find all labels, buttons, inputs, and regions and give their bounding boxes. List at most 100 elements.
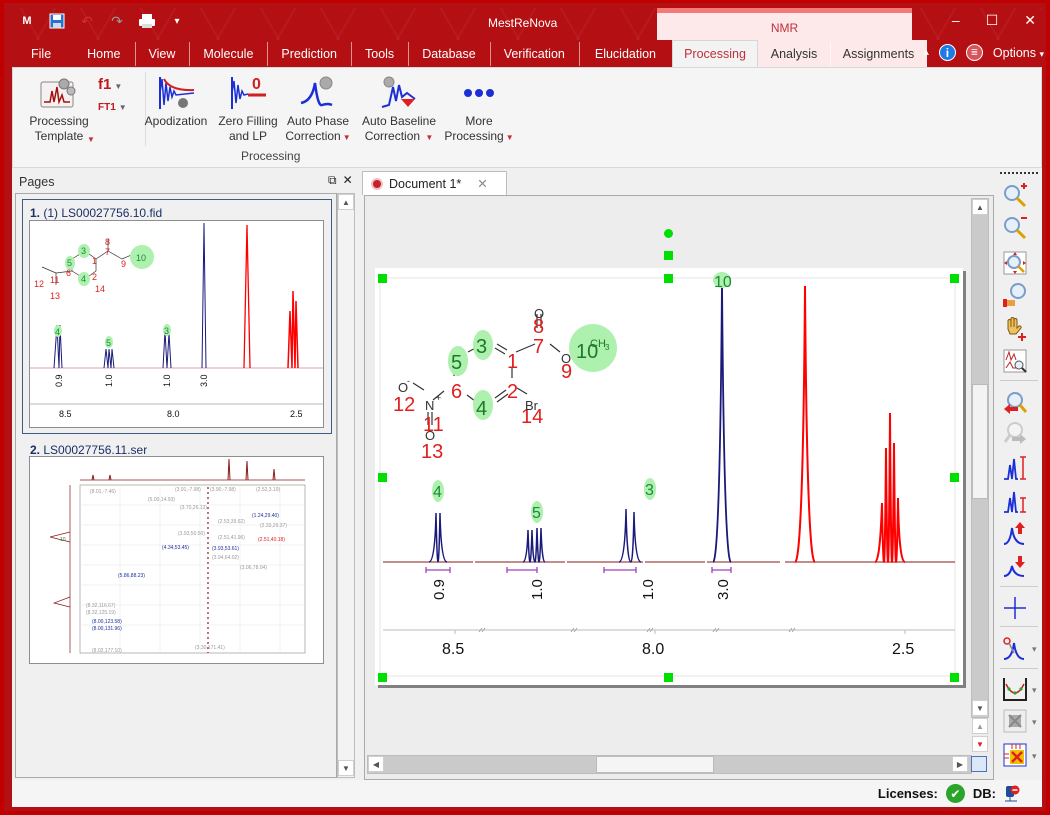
print-icon[interactable] bbox=[138, 12, 156, 30]
db-disconnected-icon[interactable] bbox=[1004, 785, 1020, 803]
float-panel-icon[interactable]: ⧉ bbox=[328, 173, 337, 188]
document-tab[interactable]: Document 1* ✕ bbox=[362, 171, 507, 195]
doc-scroll-down-icon[interactable]: ▼ bbox=[972, 700, 988, 716]
svg-text:(3.93,50.50): (3.93,50.50) bbox=[178, 531, 205, 537]
resize-handle-top-right[interactable] bbox=[950, 274, 959, 283]
mnova-logo-icon[interactable]: M bbox=[18, 12, 36, 30]
vertical-scroll-thumb[interactable] bbox=[972, 384, 988, 499]
auto-baseline-icon bbox=[377, 72, 421, 114]
tab-verification[interactable]: Verification bbox=[489, 40, 579, 67]
svg-text:10: 10 bbox=[136, 253, 146, 263]
tab-molecule[interactable]: Molecule bbox=[189, 40, 267, 67]
resize-handle-top-left[interactable] bbox=[378, 274, 387, 283]
resize-handle-bottom-left[interactable] bbox=[378, 673, 387, 682]
tab-assignments[interactable]: Assignments bbox=[830, 40, 928, 67]
resize-handle-right[interactable] bbox=[950, 473, 959, 482]
previous-page-icon[interactable]: ▲ bbox=[972, 718, 988, 734]
pages-scroll-up-icon[interactable]: ▲ bbox=[338, 194, 354, 210]
licenses-ok-icon[interactable]: ✔ bbox=[945, 784, 965, 803]
dropdown-arrow-icon[interactable]: ▾ bbox=[1032, 717, 1037, 728]
tab-prediction[interactable]: Prediction bbox=[267, 40, 351, 67]
ft1-button[interactable]: FT1 ▼ bbox=[98, 102, 127, 113]
next-zoom-button[interactable] bbox=[1002, 420, 1036, 448]
dropdown-arrow-icon[interactable]: ▾ bbox=[1032, 644, 1037, 655]
more-processing-button[interactable]: More Processing ▼ bbox=[444, 72, 514, 145]
resize-handle-top-outer[interactable] bbox=[664, 251, 673, 260]
dropdown-arrow-icon[interactable]: ▾ bbox=[1032, 751, 1037, 762]
crosshair-button[interactable] bbox=[1002, 595, 1036, 623]
tab-file[interactable]: File bbox=[8, 40, 73, 67]
processing-template-dropdown-icon[interactable]: ▼ bbox=[87, 135, 95, 144]
previous-zoom-button[interactable] bbox=[1002, 390, 1036, 418]
horizontal-scroll-thumb[interactable] bbox=[596, 756, 714, 773]
2d-view-button[interactable]: ▾ bbox=[1002, 708, 1037, 736]
peak-h3 bbox=[618, 508, 642, 563]
baseline-icon bbox=[1002, 676, 1028, 705]
options-menu[interactable]: Options ▾ bbox=[993, 46, 1044, 60]
full-view-button[interactable] bbox=[1002, 250, 1036, 278]
raise-spectrum-button[interactable] bbox=[1002, 520, 1036, 548]
cut-icon bbox=[1002, 635, 1028, 664]
collapse-ribbon-icon[interactable]: ▴ bbox=[924, 47, 929, 58]
lower-spectrum-button[interactable] bbox=[1002, 552, 1036, 580]
next-page-icon[interactable]: ▼ bbox=[972, 736, 988, 752]
baseline-button[interactable]: ▾ bbox=[1002, 676, 1037, 705]
close-icon[interactable]: ✕ bbox=[1024, 12, 1036, 29]
increase-intensity-button[interactable] bbox=[1002, 455, 1036, 483]
pan-button[interactable] bbox=[1002, 315, 1036, 343]
zero-filling-button[interactable]: 0 Zero Filling and LP bbox=[213, 72, 283, 144]
thumb1-tick-1: 8.5 bbox=[59, 409, 72, 419]
thumb1-integral-1: 0.9 bbox=[54, 374, 64, 387]
processing-template-button[interactable]: Processing Template bbox=[27, 72, 91, 144]
tab-analysis[interactable]: Analysis bbox=[758, 40, 831, 67]
page-2-title: 2. LS00027756.11.ser bbox=[30, 443, 147, 457]
notes-icon[interactable]: ≣ bbox=[965, 44, 983, 61]
tab-home[interactable]: Home bbox=[73, 40, 134, 67]
tab-database[interactable]: Database bbox=[408, 40, 490, 67]
pages-scrollbar[interactable] bbox=[337, 193, 355, 778]
tab-processing[interactable]: Processing bbox=[672, 40, 759, 67]
undo-icon[interactable]: ↶ bbox=[78, 12, 96, 30]
apodization-button[interactable]: Apodization bbox=[141, 72, 211, 129]
dropdown-arrow-icon[interactable]: ▾ bbox=[1032, 685, 1037, 696]
tab-elucidation[interactable]: Elucidation bbox=[578, 40, 672, 67]
redo-icon[interactable]: ↷ bbox=[108, 12, 126, 30]
resize-handle-top[interactable] bbox=[664, 274, 673, 283]
svg-text:+: + bbox=[436, 393, 441, 403]
tab-view[interactable]: View bbox=[134, 40, 190, 67]
info-icon[interactable]: i bbox=[938, 44, 956, 61]
document-horizontal-scrollbar[interactable] bbox=[367, 755, 972, 774]
doc-scroll-left-icon[interactable]: ◀ bbox=[368, 756, 384, 772]
page-2-preview: (8.01,-7.46) (5.00,14.93) (3.91,-7.98) (… bbox=[29, 456, 324, 664]
resize-handle-bottom-right[interactable] bbox=[950, 673, 959, 682]
resize-handle-left[interactable] bbox=[378, 473, 387, 482]
document-vertical-scrollbar[interactable] bbox=[971, 198, 989, 718]
customize-qat-icon[interactable]: ▾ bbox=[168, 12, 186, 30]
cut-button[interactable]: ▾ bbox=[1002, 635, 1037, 664]
decrease-intensity-button[interactable] bbox=[1002, 488, 1036, 516]
minimize-icon[interactable]: – bbox=[952, 12, 960, 29]
auto-phase-correction-button[interactable]: Auto Phase Correction ▼ bbox=[285, 72, 351, 145]
f1-button[interactable]: f1 ▼ bbox=[98, 76, 122, 93]
more-processing-label-2-text: Processing bbox=[444, 129, 504, 143]
auto-baseline-correction-button[interactable]: Auto Baseline Correction ▼ bbox=[359, 72, 439, 145]
manual-zoom-button[interactable] bbox=[1002, 282, 1036, 310]
rotate-handle[interactable] bbox=[664, 229, 673, 238]
maximize-icon[interactable]: ☐ bbox=[986, 12, 999, 29]
save-icon[interactable] bbox=[48, 12, 66, 30]
svg-text:(3.90,-7.98): (3.90,-7.98) bbox=[210, 487, 236, 493]
doc-scroll-up-icon[interactable]: ▲ bbox=[972, 199, 988, 215]
svg-text:0: 0 bbox=[252, 76, 261, 93]
toolbar-grip[interactable] bbox=[1000, 172, 1038, 174]
pages-scroll-down-icon[interactable]: ▼ bbox=[338, 760, 354, 776]
stacked-button[interactable]: ▾ bbox=[1002, 742, 1037, 770]
close-panel-icon[interactable]: ✕ bbox=[343, 173, 353, 188]
tab-tools[interactable]: Tools bbox=[351, 40, 408, 67]
close-tab-icon[interactable]: ✕ bbox=[477, 176, 487, 191]
page-layout-icon[interactable] bbox=[971, 756, 987, 772]
doc-scroll-right-icon[interactable]: ▶ bbox=[952, 756, 968, 772]
zoom-in-button[interactable] bbox=[1002, 182, 1036, 211]
zoom-out-button[interactable] bbox=[1002, 215, 1036, 243]
resize-handle-bottom[interactable] bbox=[664, 673, 673, 682]
fit-spectrum-button[interactable] bbox=[1002, 348, 1036, 376]
